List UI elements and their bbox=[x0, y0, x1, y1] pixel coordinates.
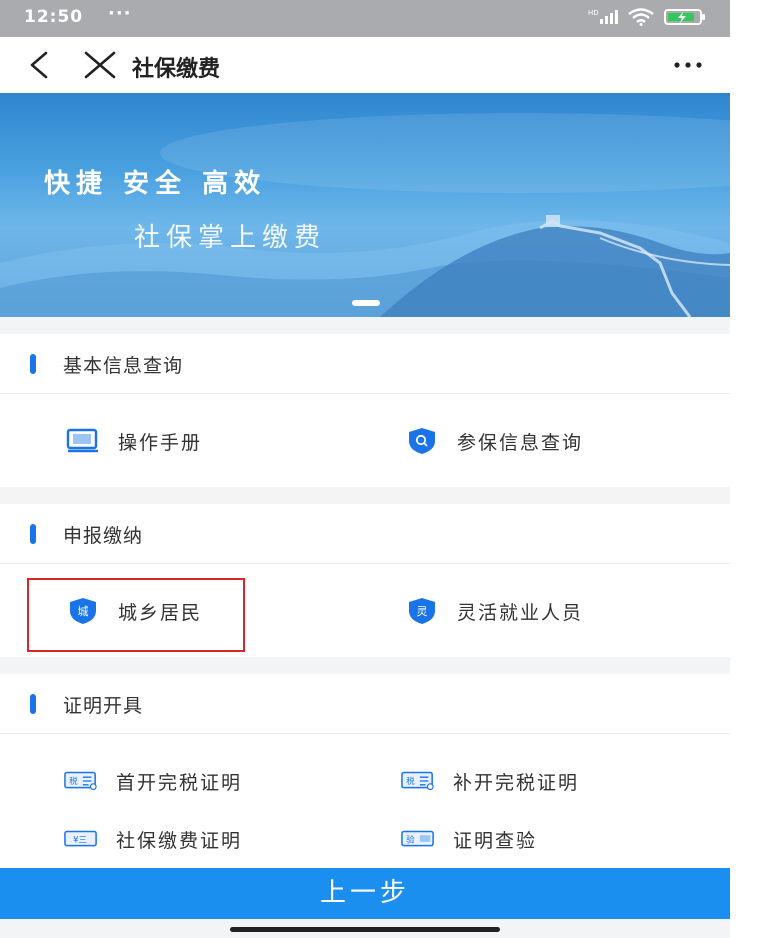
item-label: 补开完税证明 bbox=[453, 771, 580, 794]
item-label: 操作手册 bbox=[118, 431, 203, 454]
great-wall-landscape-image bbox=[0, 113, 730, 317]
certificate-verification-item[interactable]: 验 证明查验 bbox=[401, 825, 537, 853]
section-title: 申报缴纳 bbox=[63, 525, 144, 547]
verify-doc-icon: 验 bbox=[401, 825, 435, 853]
section-accent-bar bbox=[30, 694, 36, 714]
section-header: 基本信息查询 bbox=[0, 334, 730, 394]
status-bar: 12:50 ··· HD bbox=[0, 0, 730, 37]
item-label: 灵活就业人员 bbox=[457, 601, 584, 624]
insurance-info-query-item[interactable]: 参保信息查询 bbox=[405, 427, 583, 455]
section-accent-bar bbox=[30, 354, 36, 374]
item-label: 参保信息查询 bbox=[457, 431, 584, 454]
wifi-icon bbox=[628, 8, 654, 26]
close-icon[interactable] bbox=[82, 49, 118, 81]
section-title: 证明开具 bbox=[63, 695, 144, 717]
home-indicator[interactable] bbox=[230, 927, 500, 932]
social-security-payment-certificate-item[interactable]: ¥三 社保缴费证明 bbox=[64, 825, 242, 853]
status-time: 12:50 bbox=[24, 7, 84, 27]
selection-highlight-box bbox=[27, 578, 245, 652]
section-title: 基本信息查询 bbox=[63, 355, 184, 377]
icon-badge-text: 验 bbox=[406, 834, 415, 845]
more-icon[interactable] bbox=[668, 51, 708, 79]
status-dots: ··· bbox=[108, 3, 132, 24]
section-accent-bar bbox=[30, 524, 36, 544]
previous-step-button[interactable]: 上一步 bbox=[0, 868, 730, 919]
icon-badge-text: 税 bbox=[406, 776, 415, 787]
app-screen: 12:50 ··· HD 社保缴费 快捷 安全 高效 社保掌上缴费 基本信息查询… bbox=[0, 0, 730, 938]
shield-icon: 灵 bbox=[405, 597, 439, 625]
shield-search-icon bbox=[405, 427, 439, 455]
back-icon[interactable] bbox=[22, 49, 58, 81]
promo-banner[interactable]: 快捷 安全 高效 社保掌上缴费 bbox=[0, 93, 730, 317]
icon-badge-text: 灵 bbox=[417, 605, 428, 618]
manual-icon bbox=[66, 427, 100, 455]
nav-bar: 社保缴费 bbox=[0, 37, 730, 93]
tax-doc-icon: 税 bbox=[64, 767, 98, 795]
battery-charging-icon bbox=[664, 9, 705, 25]
cellular-signal-icon: HD bbox=[588, 9, 618, 24]
carousel-indicator bbox=[352, 300, 380, 306]
banner-slogan-primary: 快捷 安全 高效 bbox=[44, 169, 267, 199]
first-tax-certificate-item[interactable]: 税 首开完税证明 bbox=[64, 767, 242, 795]
network-type-label: HD bbox=[588, 9, 599, 17]
reissue-tax-certificate-item[interactable]: 税 补开完税证明 bbox=[401, 767, 579, 795]
banner-slogan-secondary: 社保掌上缴费 bbox=[134, 223, 327, 253]
page-title: 社保缴费 bbox=[132, 57, 221, 82]
item-label: 证明查验 bbox=[453, 829, 538, 852]
icon-badge-text: ¥三 bbox=[73, 835, 87, 845]
tax-doc-icon: 税 bbox=[401, 767, 435, 795]
item-label: 首开完税证明 bbox=[116, 771, 243, 794]
section-header: 证明开具 bbox=[0, 674, 730, 734]
yuan-doc-icon: ¥三 bbox=[64, 825, 98, 853]
operation-manual-item[interactable]: 操作手册 bbox=[66, 427, 202, 455]
icon-badge-text: 税 bbox=[69, 776, 78, 787]
item-label: 社保缴费证明 bbox=[116, 829, 243, 852]
flexible-employment-item[interactable]: 灵 灵活就业人员 bbox=[405, 597, 583, 625]
section-header: 申报缴纳 bbox=[0, 504, 730, 564]
section-basic-info: 基本信息查询 操作手册 参保信息查询 bbox=[0, 334, 730, 487]
section-certificates: 证明开具 税 首开完税证明 税 补开完税证明 ¥三 社保缴费证明 验 证明查验 bbox=[0, 674, 730, 868]
status-icons: HD bbox=[588, 8, 706, 26]
